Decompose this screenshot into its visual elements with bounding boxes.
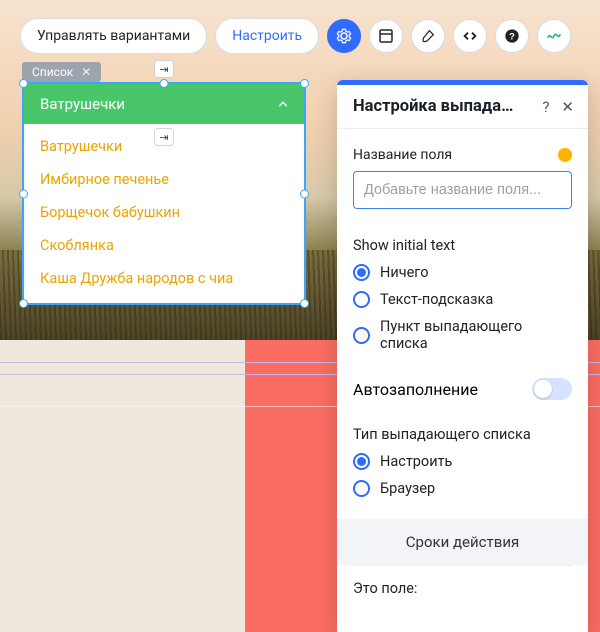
layout-icon[interactable]	[369, 19, 403, 53]
radio-type-custom[interactable]: Настроить	[353, 453, 572, 470]
close-icon[interactable]: ✕	[81, 65, 91, 79]
code-icon[interactable]	[453, 19, 487, 53]
close-icon[interactable]: ✕	[561, 98, 574, 116]
editor-stage: Управлять вариантами Настроить ? Список …	[0, 0, 600, 632]
this-field-label: Это поле:	[353, 566, 572, 597]
field-name-label: Название поля	[353, 147, 452, 163]
dropdown-header[interactable]: Ватрушечки	[24, 84, 304, 124]
dropdown-options: Ватрушечки Имбирное печенье Борщечок баб…	[24, 124, 304, 303]
show-initial-title: Show initial text	[353, 237, 572, 254]
resize-handle[interactable]	[300, 189, 309, 198]
svg-text:?: ?	[509, 31, 515, 41]
radio-show-initial-placeholder[interactable]: Текст-подсказка	[353, 291, 572, 308]
autofill-label: Автозаполнение	[353, 380, 478, 399]
settings-panel: Настройка выпадаю... ? ✕ Название поля S…	[337, 80, 588, 632]
attach-top-icon[interactable]: ⇥	[154, 60, 174, 78]
resize-handle[interactable]	[19, 79, 28, 88]
element-type-label: Список	[32, 65, 73, 79]
squiggle-icon[interactable]	[537, 19, 571, 53]
help-icon[interactable]: ?	[542, 98, 549, 116]
resize-handle[interactable]	[300, 79, 309, 88]
resize-handle[interactable]	[19, 299, 28, 308]
info-icon[interactable]	[558, 148, 572, 162]
autofill-toggle[interactable]	[532, 378, 572, 400]
manage-variants-button[interactable]: Управлять вариантами	[20, 18, 207, 54]
dropdown-type-title: Тип выпадающего списка	[353, 426, 572, 443]
radio-type-browser[interactable]: Браузер	[353, 480, 572, 497]
dropdown-option[interactable]: Борщечок бабушкин	[24, 196, 304, 229]
dropdown-option[interactable]: Каша Дружба народов с чиа	[24, 262, 304, 295]
brush-icon[interactable]	[411, 19, 445, 53]
dropdown-selected-text: Ватрушечки	[40, 95, 125, 113]
configure-button[interactable]: Настроить	[215, 18, 319, 54]
chevron-up-icon	[276, 97, 290, 111]
dropdown-option[interactable]: Имбирное печенье	[24, 163, 304, 196]
resize-handle[interactable]	[300, 299, 309, 308]
help-icon[interactable]: ?	[495, 19, 529, 53]
panel-header: Настройка выпадаю... ? ✕	[337, 85, 588, 128]
toolbar: Управлять вариантами Настроить ?	[20, 18, 571, 54]
resize-handle[interactable]	[160, 79, 169, 88]
panel-body: Название поля Show initial text Ничего Т…	[337, 129, 588, 632]
validity-button[interactable]: Сроки действия	[337, 519, 588, 565]
dropdown-element[interactable]: ⇥ Ватрушечки ⇥ Ватрушечки Имбирное печен…	[22, 82, 306, 305]
panel-title: Настройка выпадаю...	[353, 97, 523, 116]
dropdown-option[interactable]: Скоблянка	[24, 229, 304, 262]
radio-show-initial-none[interactable]: Ничего	[353, 264, 572, 281]
canvas-bg-cream	[0, 340, 245, 632]
attach-bottom-icon[interactable]: ⇥	[154, 128, 174, 146]
field-name-input[interactable]	[353, 171, 572, 209]
resize-handle[interactable]	[19, 189, 28, 198]
gear-icon[interactable]	[327, 19, 361, 53]
radio-show-initial-item[interactable]: Пункт выпадающего списка	[353, 318, 572, 352]
element-type-chip[interactable]: Список ✕	[22, 62, 101, 82]
